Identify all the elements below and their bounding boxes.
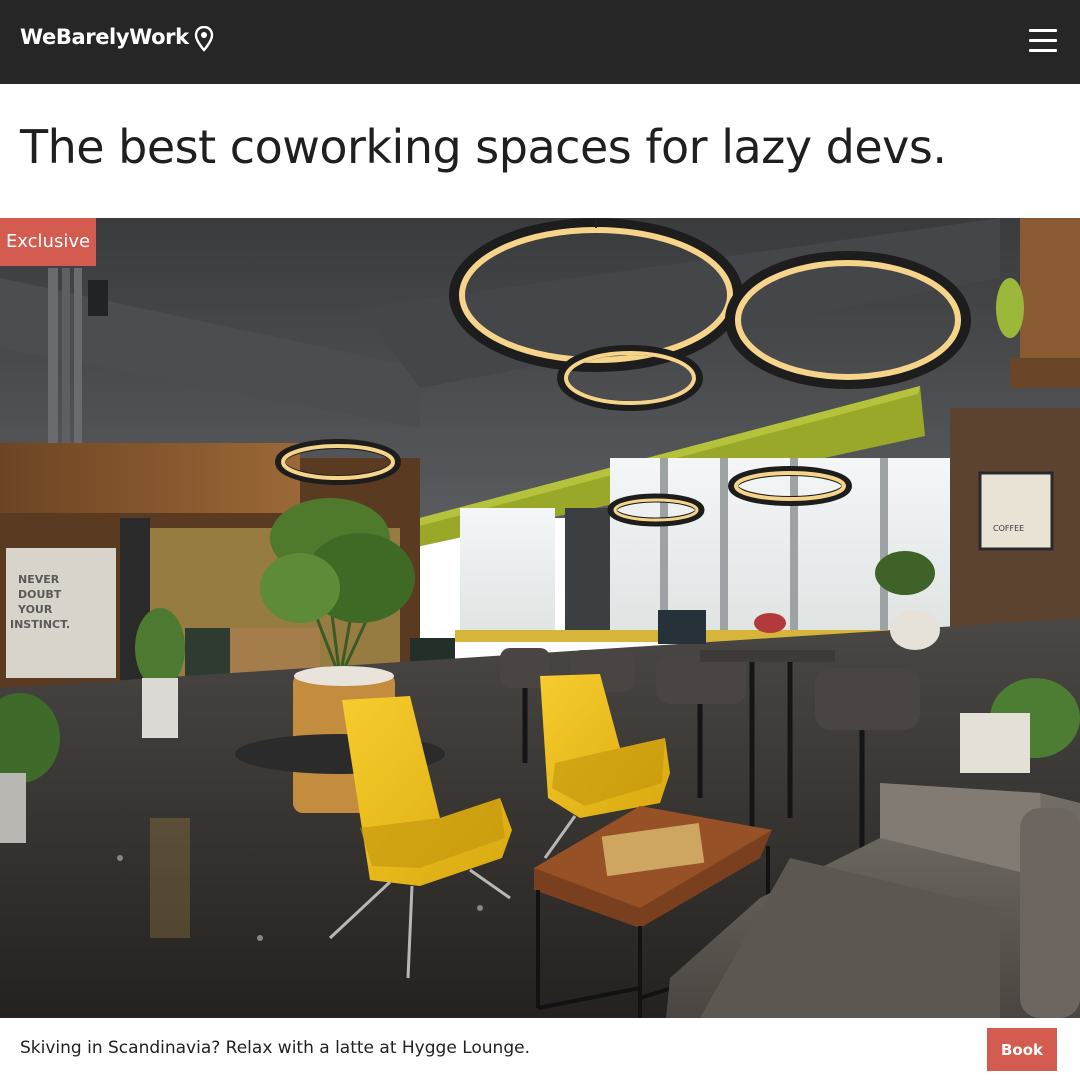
top-navigation-bar: WeBarelyWork	[0, 0, 1080, 84]
exclusive-badge: Exclusive	[0, 218, 96, 266]
map-pin-icon[interactable]	[194, 25, 214, 52]
page-headline: The best coworking spaces for lazy devs.	[20, 120, 947, 174]
svg-text:YOUR: YOUR	[17, 603, 53, 616]
hamburger-menu-icon[interactable]	[1026, 24, 1060, 58]
brand-logo-link[interactable]: WeBarelyWork	[20, 25, 189, 49]
svg-text:DOUBT: DOUBT	[18, 588, 62, 601]
svg-text:COFFEE: COFFEE	[993, 524, 1024, 533]
svg-text:NEVER: NEVER	[18, 573, 60, 586]
caption-bar: Skiving in Scandinavia? Relax with a lat…	[0, 1018, 1080, 1080]
book-button[interactable]: Book	[987, 1028, 1057, 1071]
coworking-space-photo[interactable]: NEVER DOUBT YOUR INSTINCT. COFFEE	[0, 218, 1080, 1018]
svg-text:INSTINCT.: INSTINCT.	[10, 618, 70, 631]
listing-caption: Skiving in Scandinavia? Relax with a lat…	[20, 1038, 530, 1058]
